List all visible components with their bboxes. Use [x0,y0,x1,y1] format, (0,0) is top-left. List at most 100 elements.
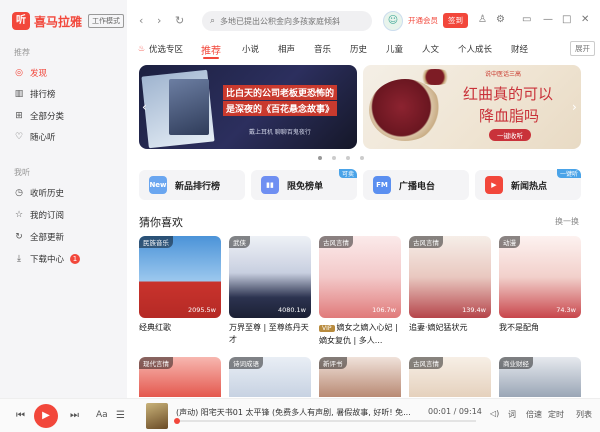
chart-icon: ▥ [14,89,24,99]
album-cover[interactable]: 诗词成语 [229,357,311,397]
tab-novel[interactable]: 小说 [242,43,259,55]
album-title: 追妻·嫡妃猛状元 [409,323,468,332]
album-cover[interactable]: 商业财经 [499,357,581,397]
sidebar: 听 喜马拉雅 工作模式 推荐 ◎ 发现 ▥ 排行榜 ⊞ 全部分类 ♡ 随心听 我… [0,0,127,398]
track-cover[interactable] [146,403,168,429]
tab-preferred[interactable]: 优选专区 [149,43,183,55]
banner-next-icon[interactable]: › [572,100,577,114]
tab-finance[interactable]: 财经 [511,43,528,55]
progress-bar[interactable] [174,418,476,424]
tab-children[interactable]: 儿童 [386,43,403,55]
album-card[interactable]: 动漫 74.3w 我不是配角 [499,236,581,334]
sidebar-item-random-listen[interactable]: ♡ 随心听 [14,131,56,143]
album-tag: 武侠 [229,236,250,248]
tab-crosstalk[interactable]: 相声 [278,43,295,55]
search-icon: ⌕ [210,16,216,26]
quick-link-free-ranking[interactable]: ▮▮ 限免榜单 可卖 [251,169,357,200]
tab-recommend[interactable]: 推荐 [201,42,221,57]
quick-link-news[interactable]: ▶ 新闻热点 一键听 [475,169,581,200]
back-icon[interactable]: ‹ [139,14,143,27]
sidebar-item-updates[interactable]: ↻ 全部更新 [14,231,64,243]
album-card[interactable]: 武侠 4080.1w 万界至尊 | 至尊练丹天才 [229,236,311,346]
banner-prev-icon[interactable]: ‹ [142,100,147,114]
mini-mode-icon[interactable]: ▭ [522,14,531,25]
timer-button[interactable]: 定时 [548,409,564,420]
sidebar-item-categories[interactable]: ⊞ 全部分类 [14,110,64,122]
album-tag: 民族音乐 [139,236,173,248]
tab-music[interactable]: 音乐 [314,43,331,55]
banner-story[interactable]: 比白天的公司老板更恐怖的 是深夜的《百花悬念故事》 戴上耳机 聊聊百鬼夜行 [139,65,357,149]
previous-icon[interactable]: ⏮ [16,410,25,421]
pagination-dot[interactable] [318,156,322,160]
avatar[interactable]: ☺ [383,11,403,31]
sidebar-section-recommend: 推荐 [14,48,30,57]
tab-history[interactable]: 历史 [350,43,367,55]
sidebar-item-downloads[interactable]: ⤓ 下载中心 1 [14,253,81,265]
volume-icon[interactable]: ◁) [490,409,499,418]
minimize-icon[interactable]: — [543,14,553,25]
progress-knob[interactable] [174,418,180,424]
sidebar-item-subscriptions[interactable]: ☆ 我的订阅 [14,209,64,221]
play-button[interactable]: ▶ [34,404,58,428]
playlist-icon[interactable]: ☰ [116,410,125,421]
book-cover-image [169,79,209,135]
listen-now-button[interactable]: 一键收听 [489,129,531,141]
pagination-dot[interactable] [360,156,364,160]
settings-icon[interactable]: ⚙ [496,14,505,25]
speed-button[interactable]: 倍速 [526,409,542,420]
sidebar-item-ranking[interactable]: ▥ 排行榜 [14,88,56,100]
tab-personal-growth[interactable]: 个人成长 [458,43,492,55]
sidebar-item-label: 随心听 [30,133,56,143]
lyrics-button[interactable]: 词 [508,409,516,420]
clock-icon: ◷ [15,188,23,198]
search-input[interactable] [220,16,361,26]
active-tab-indicator [203,57,219,59]
quick-link-new-ranking[interactable]: New 新品排行榜 [139,170,245,200]
search-box[interactable]: ⌕ [202,11,372,31]
section-title: 猜你喜欢 [139,216,183,229]
album-cover: 古风言情 139.4w [409,236,491,318]
compass-icon: ◎ [15,68,23,78]
forward-icon[interactable]: › [157,14,161,27]
heart-icon: ♡ [14,132,24,142]
album-tag: 动漫 [499,236,520,248]
refresh-button[interactable]: 换一换 [555,216,579,227]
reload-icon[interactable]: ↻ [175,14,184,27]
vip-link[interactable]: 开通会员 [408,15,438,26]
quick-link-badge: 可卖 [338,169,357,178]
play-count: 4080.1w [277,306,306,314]
sidebar-item-discover[interactable]: ◎ 发现 [14,67,47,79]
close-icon[interactable]: ✕ [581,14,589,25]
sidebar-item-label: 全部更新 [30,233,65,243]
logo-icon: 听 [12,12,30,30]
maximize-icon[interactable]: □ [562,14,571,25]
album-tag: 古风言情 [409,357,443,369]
album-card[interactable]: 古风言情 106.7w VIP 嫡女之嫡入心妃 | 嫡女复仇 | 多人... [319,236,401,347]
app-name: 喜马拉雅 [34,14,83,29]
expand-categories-button[interactable]: 展开 [570,41,595,56]
next-icon[interactable]: ⏭ [70,410,79,421]
work-mode-button[interactable]: 工作模式 [88,14,125,28]
pagination-dot[interactable] [332,156,336,160]
skin-icon[interactable]: ♙ [478,14,487,25]
pagination-dot[interactable] [346,156,350,160]
play-count: 2095.5w [187,306,216,314]
album-card[interactable]: 古风言情 139.4w 追妻·嫡妃猛状元 [409,236,491,334]
album-card[interactable]: 民族音乐 2095.5w 经典红歌 [139,236,221,334]
banner-health[interactable]: 说中医话三高 红曲真的可以 降血脂吗 一键收听 [363,65,581,149]
tab-humanities[interactable]: 人文 [422,43,439,55]
app-logo[interactable]: 听 喜马拉雅 工作模式 [12,12,125,30]
album-cover[interactable]: 新评书 [319,357,401,397]
quick-link-radio[interactable]: FM 广播电台 [363,170,469,200]
playlist-button[interactable]: 列表 [576,409,592,420]
sidebar-item-history[interactable]: ◷ 收听历史 [14,187,64,199]
quick-link-badge: 一键听 [556,169,581,178]
album-tag: 诗词成语 [229,357,263,369]
font-size-icon[interactable]: Aa [96,410,108,420]
play-count: 106.7w [372,306,396,314]
album-cover[interactable]: 古风言情 [409,357,491,397]
vip-badge: VIP [319,325,335,332]
download-icon: ⤓ [17,254,21,264]
sign-in-button[interactable]: 签到 [443,13,468,28]
album-cover[interactable]: 现代言情 [139,357,221,397]
